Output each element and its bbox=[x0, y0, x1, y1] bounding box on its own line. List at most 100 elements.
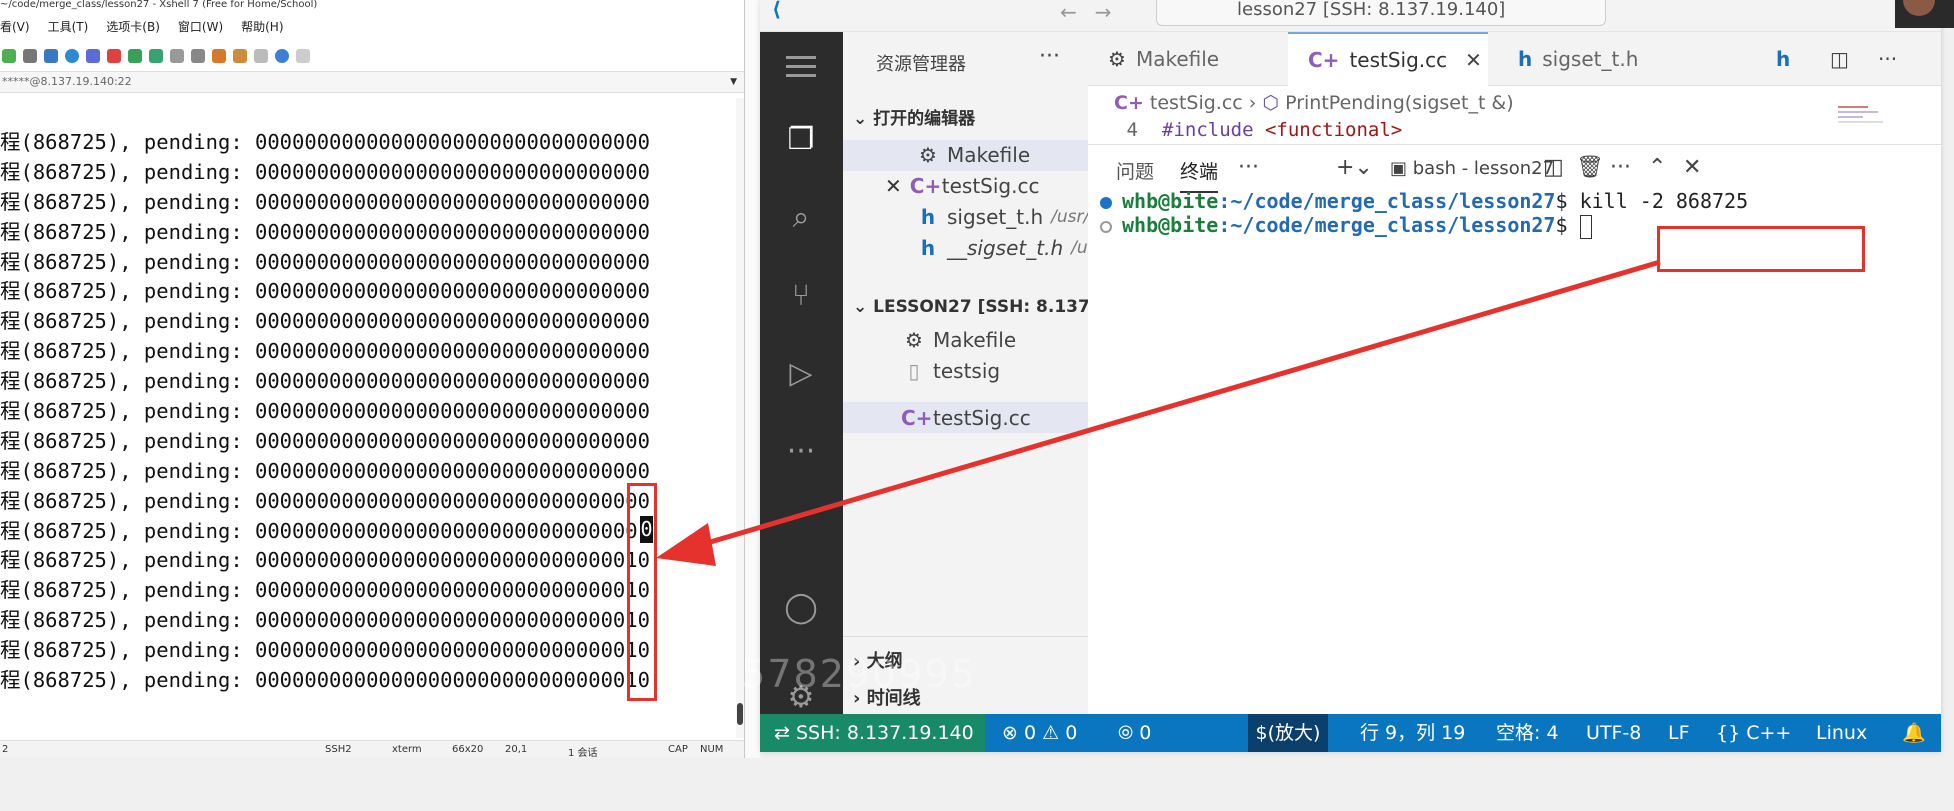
folder-file-testsig[interactable]: ▯ testsig bbox=[901, 355, 1000, 386]
fullscreen-icon[interactable] bbox=[149, 49, 163, 63]
line-number: 4 bbox=[1126, 119, 1138, 141]
problems-indicator[interactable]: ⊗ 0 ⚠ 0 bbox=[1002, 714, 1077, 752]
explorer-icon[interactable]: ❐ bbox=[778, 116, 824, 162]
cursor-position[interactable]: 行 9，列 19 bbox=[1360, 714, 1465, 752]
breadcrumb-symbol[interactable]: PrintPending(sigset_t &) bbox=[1285, 92, 1514, 114]
close-icon[interactable]: ✕ bbox=[1465, 48, 1482, 72]
header-file-icon: h bbox=[1518, 47, 1533, 71]
help-icon[interactable] bbox=[275, 49, 289, 63]
os-indicator[interactable]: Linux bbox=[1816, 714, 1867, 752]
terminal-more-icon[interactable]: ··· bbox=[1610, 155, 1631, 180]
new-terminal-icon[interactable]: +⌄ bbox=[1336, 155, 1373, 180]
split-editor-icon[interactable]: ◫ bbox=[1830, 32, 1860, 86]
vscode-logo-icon: ⟨ bbox=[772, 0, 782, 21]
terminal-output-line: 程(868725), pending: 00000000000000000000… bbox=[0, 219, 650, 244]
terminal-line[interactable]: whb@bite:~/code/merge_class/lesson27$ bbox=[1100, 211, 1592, 239]
annotation-box-kill-command bbox=[1657, 226, 1865, 272]
nav-arrows[interactable]: ←→ bbox=[1060, 0, 1130, 24]
error-count: 0 bbox=[1023, 722, 1037, 744]
indentation[interactable]: 空格: 4 bbox=[1496, 714, 1559, 752]
encoding[interactable]: UTF-8 bbox=[1586, 714, 1641, 752]
prompt-user: whb@bite bbox=[1122, 189, 1219, 213]
menu-icon[interactable] bbox=[786, 56, 816, 83]
search-icon[interactable] bbox=[23, 49, 37, 63]
command-center-search[interactable]: lesson27 [SSH: 8.137.19.140] bbox=[1156, 0, 1606, 26]
close-icon[interactable]: ✕ bbox=[885, 174, 902, 198]
prompt-path: :~/code/merge_class/lesson27 bbox=[1218, 189, 1556, 213]
chevron-down-icon[interactable]: ▼ bbox=[730, 72, 737, 92]
tab-label: Makefile bbox=[1135, 47, 1220, 71]
explorer-more-icon[interactable]: ··· bbox=[1039, 44, 1060, 69]
address-bar[interactable]: *****@8.137.19.140:22 ▼ bbox=[0, 71, 744, 93]
annotation-box-pending-bits bbox=[627, 483, 657, 701]
more-icon[interactable]: ··· bbox=[778, 428, 824, 474]
tab-sigset[interactable]: h sigset_t.h bbox=[1518, 32, 1718, 86]
menu-view[interactable]: 看(V) bbox=[0, 18, 30, 38]
minimap[interactable] bbox=[1834, 104, 1904, 128]
account-icon[interactable]: ◯ bbox=[778, 584, 824, 630]
open-editors-section[interactable]: ⌄ 打开的编辑器 bbox=[853, 104, 975, 129]
chevron-right-icon: › bbox=[1248, 92, 1257, 114]
ports-indicator[interactable]: ⦾ 0 bbox=[1118, 714, 1151, 752]
explorer-title: 资源管理器 bbox=[876, 54, 966, 75]
maximize-panel-icon[interactable]: ⌃ bbox=[1648, 155, 1666, 180]
run-debug-icon[interactable]: ▷ bbox=[778, 350, 824, 396]
divider bbox=[843, 636, 1088, 637]
zoom-indicator[interactable]: $(放大) bbox=[1248, 714, 1328, 752]
terminal-output-line: 程(868725), pending: 00000000000000000000… bbox=[0, 339, 650, 364]
file-label: testSig.cc bbox=[941, 173, 1040, 198]
new-session-icon[interactable] bbox=[2, 49, 16, 63]
menu-help[interactable]: 帮助(H) bbox=[241, 18, 283, 38]
code-line[interactable]: 4 #include <functional> bbox=[1088, 116, 1941, 144]
tab-label: sigset_t.h bbox=[1542, 47, 1639, 71]
tab-header-overflow[interactable]: h bbox=[1776, 32, 1816, 86]
tab-problems[interactable]: 问题 bbox=[1116, 157, 1154, 184]
xftp-icon[interactable] bbox=[107, 49, 121, 63]
header-file-icon: h bbox=[920, 235, 936, 260]
search-icon[interactable]: ⌕ bbox=[778, 194, 824, 240]
terminal-profile[interactable]: ▣ bash - lesson27 bbox=[1390, 158, 1554, 179]
tab-testsig[interactable]: C+ testSig.cc ✕ bbox=[1288, 32, 1488, 86]
properties-icon[interactable] bbox=[44, 49, 58, 63]
trash-icon[interactable]: 🗑 bbox=[1576, 155, 1604, 180]
bell-icon[interactable]: 🔔 bbox=[1902, 714, 1926, 752]
line-ending[interactable]: LF bbox=[1668, 714, 1690, 752]
menu-tabs[interactable]: 选项卡(B) bbox=[106, 18, 160, 38]
lock-icon[interactable] bbox=[170, 49, 184, 63]
tab-makefile[interactable]: ⚙ Makefile bbox=[1108, 32, 1278, 86]
script-icon[interactable] bbox=[212, 49, 226, 63]
open-file-makefile[interactable]: ⚙ Makefile bbox=[915, 139, 1030, 170]
status-sessions[interactable]: 1 会话 bbox=[568, 744, 598, 758]
remote-indicator[interactable]: ⇄ SSH: 8.137.19.140 bbox=[760, 714, 985, 752]
terminal-command: $ bbox=[1555, 213, 1580, 237]
menu-window[interactable]: 窗口(W) bbox=[178, 18, 223, 38]
remote-label: SSH: 8.137.19.140 bbox=[795, 722, 974, 744]
open-file-testsig[interactable]: ✕ C+ testSig.cc bbox=[885, 170, 1039, 201]
language-mode[interactable]: {} C++ bbox=[1716, 714, 1791, 752]
folder-file-testsig-cc[interactable]: C+ testSig.cc bbox=[901, 402, 1031, 433]
transfer-icon[interactable] bbox=[233, 49, 247, 63]
xshell-menubar: 看(V) 工具(T) 选项卡(B) 窗口(W) 帮助(H) bbox=[0, 18, 284, 38]
chat-icon[interactable] bbox=[296, 49, 310, 63]
font-icon[interactable] bbox=[86, 49, 100, 63]
terminal-output-line: 程(868725), pending: 00000000000000000000… bbox=[0, 369, 650, 394]
keyboard-icon[interactable] bbox=[191, 49, 205, 63]
scrollbar-thumb[interactable] bbox=[737, 703, 743, 725]
terminal-command: $ kill -2 868725 bbox=[1555, 189, 1749, 213]
close-panel-icon[interactable]: ✕ bbox=[1683, 155, 1701, 180]
layout-icon[interactable] bbox=[254, 49, 268, 63]
more-actions-icon[interactable]: ··· bbox=[1878, 32, 1908, 86]
watermark: 2578290995 bbox=[715, 652, 977, 696]
folder-file-makefile[interactable]: ⚙ Makefile bbox=[901, 324, 1016, 355]
xmanager-icon[interactable] bbox=[128, 49, 142, 63]
globe-icon[interactable] bbox=[65, 49, 79, 63]
source-control-icon[interactable]: ⑂ bbox=[778, 272, 824, 318]
split-terminal-icon[interactable]: ◫ bbox=[1543, 155, 1564, 180]
breadcrumb[interactable]: C+ testSig.cc › ⬡ PrintPending(sigset_t … bbox=[1114, 92, 1514, 114]
menu-tools[interactable]: 工具(T) bbox=[48, 18, 89, 38]
file-label: Makefile bbox=[947, 142, 1031, 167]
breadcrumb-file[interactable]: testSig.cc bbox=[1150, 92, 1243, 114]
command-success-icon bbox=[1100, 196, 1112, 209]
xshell-scrollbar[interactable] bbox=[736, 98, 744, 738]
panel-more-icon[interactable]: ··· bbox=[1238, 155, 1259, 180]
